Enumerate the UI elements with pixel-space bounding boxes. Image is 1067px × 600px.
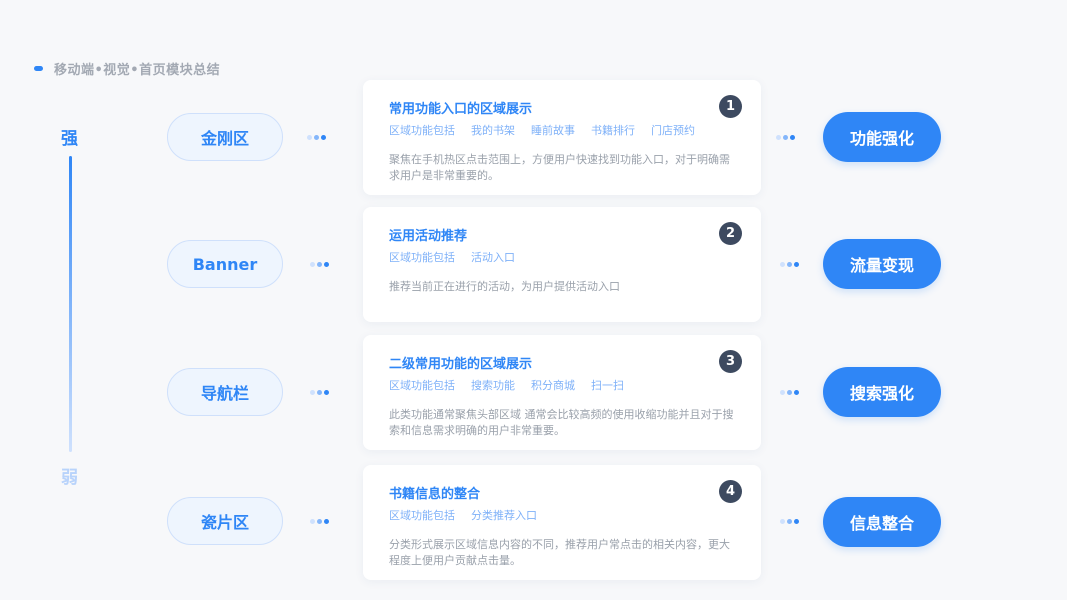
card-tag: 分类推荐入口	[471, 509, 537, 522]
card-tag: 睡前故事	[531, 124, 575, 137]
card-description-3: 此类功能通常聚焦头部区域 通常会比较高频的使用收缩功能并且对于搜索和信息需求明确…	[389, 408, 734, 437]
result-pill-1: 功能强化	[823, 112, 941, 162]
module-pill-banner: Banner	[167, 240, 283, 288]
connector-dots-right-4	[780, 519, 801, 524]
header-dot-icon	[34, 66, 43, 71]
connector-dots-left-1	[307, 135, 328, 140]
page-title: 移动端•视觉•首页模块总结	[54, 63, 221, 78]
module-card-1: 常用功能入口的区域展示 1 区域功能包括 我的书架 睡前故事 书籍排行 门店预约…	[363, 80, 761, 195]
card-title-1: 常用功能入口的区域展示	[389, 102, 533, 117]
result-pill-3: 搜索强化	[823, 367, 941, 417]
card-number-badge-3: 3	[719, 350, 742, 373]
connector-dots-left-3	[310, 390, 331, 395]
result-pill-2: 流量变现	[823, 239, 941, 289]
card-tags-2: 区域功能包括 活动入口	[389, 249, 531, 265]
card-tag: 积分商城	[531, 379, 575, 392]
card-tags-3: 区域功能包括 搜索功能 积分商城 扫一扫	[389, 377, 640, 393]
card-description-2: 推荐当前正在进行的活动，为用户提供活动入口	[389, 280, 620, 293]
card-tags-1: 区域功能包括 我的书架 睡前故事 书籍排行 门店预约	[389, 122, 711, 138]
card-tag: 书籍排行	[591, 124, 635, 137]
card-description-1: 聚焦在手机热区点击范围上，方便用户快速找到功能入口，对于明确需求用户是非常重要的…	[389, 153, 730, 182]
card-tags-4: 区域功能包括 分类推荐入口	[389, 507, 553, 523]
card-tag: 搜索功能	[471, 379, 515, 392]
module-card-2: 运用活动推荐 2 区域功能包括 活动入口 推荐当前正在进行的活动，为用户提供活动…	[363, 207, 761, 322]
card-tag: 门店预约	[651, 124, 695, 137]
module-card-3: 二级常用功能的区域展示 3 区域功能包括 搜索功能 积分商城 扫一扫 此类功能通…	[363, 335, 761, 450]
connector-dots-right-1	[776, 135, 797, 140]
result-pill-4: 信息整合	[823, 497, 941, 547]
card-tag: 区域功能包括	[389, 124, 455, 137]
card-number-badge-2: 2	[719, 222, 742, 245]
connector-dots-left-4	[310, 519, 331, 524]
module-pill-navbar: 导航栏	[167, 368, 283, 416]
module-pill-tiles: 瓷片区	[167, 497, 283, 545]
card-description-4: 分类形式展示区域信息内容的不同，推荐用户常点击的相关内容，更大程度上便用户贡献点…	[389, 538, 730, 567]
card-tag: 区域功能包括	[389, 509, 455, 522]
connector-dots-right-2	[780, 262, 801, 267]
page-header: 移动端•视觉•首页模块总结	[34, 59, 220, 78]
card-number-badge-1: 1	[719, 95, 742, 118]
module-pill-jingang: 金刚区	[167, 113, 283, 161]
axis-weak-label: 弱	[61, 468, 78, 488]
connector-dots-right-3	[780, 390, 801, 395]
card-tag: 扫一扫	[591, 379, 624, 392]
axis-gradient-line	[69, 156, 72, 452]
axis-strong-label: 强	[61, 129, 78, 149]
card-tag: 活动入口	[471, 251, 515, 264]
card-title-2: 运用活动推荐	[389, 229, 468, 244]
connector-dots-left-2	[310, 262, 331, 267]
card-title-4: 书籍信息的整合	[389, 487, 481, 502]
card-tag: 区域功能包括	[389, 251, 455, 264]
card-tag: 区域功能包括	[389, 379, 455, 392]
card-title-3: 二级常用功能的区域展示	[389, 357, 533, 372]
card-tag: 我的书架	[471, 124, 515, 137]
card-number-badge-4: 4	[719, 480, 742, 503]
module-card-4: 书籍信息的整合 4 区域功能包括 分类推荐入口 分类形式展示区域信息内容的不同，…	[363, 465, 761, 580]
